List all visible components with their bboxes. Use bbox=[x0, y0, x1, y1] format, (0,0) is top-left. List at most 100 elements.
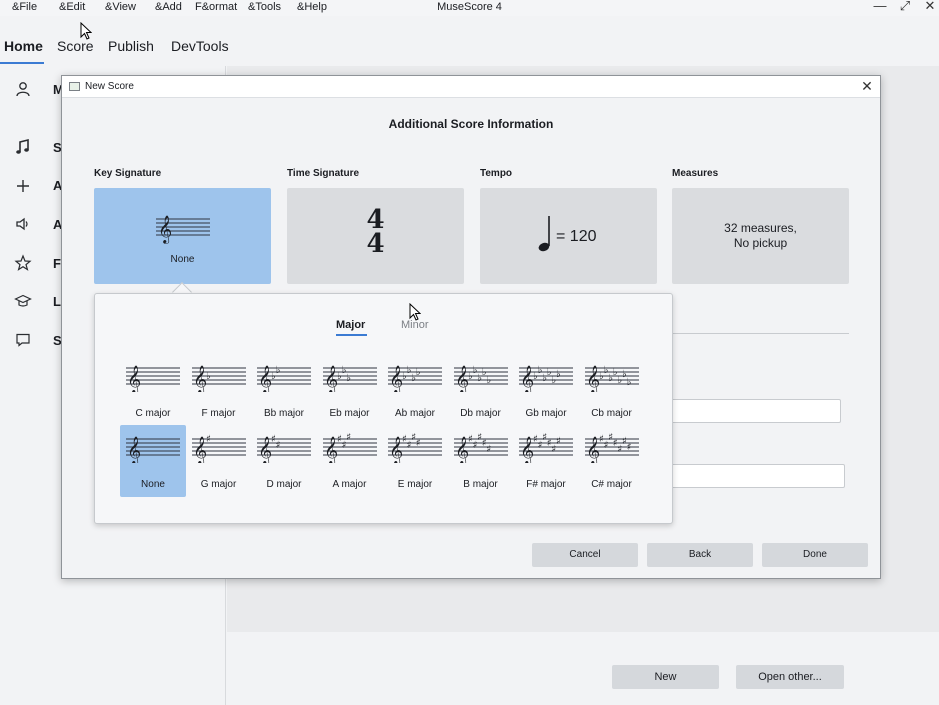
key-option-c-major[interactable]: 𝄞 C major bbox=[120, 354, 186, 426]
key-option-label: Db major bbox=[460, 408, 501, 419]
key-signature-staff-icon: 𝄞 bbox=[126, 436, 180, 463]
tempo-label: Tempo bbox=[480, 168, 513, 179]
svg-text:♭: ♭ bbox=[556, 369, 561, 380]
svg-text:♯: ♯ bbox=[486, 444, 491, 455]
key-option-db-major[interactable]: 𝄞 ♭ ♭ ♭ ♭ ♭ Db major bbox=[448, 354, 514, 426]
menu-view[interactable]: &View bbox=[105, 0, 136, 14]
key-signature-staff-icon: 𝄞♭ bbox=[191, 365, 246, 392]
account-icon bbox=[16, 82, 30, 97]
mouse-cursor-icon bbox=[409, 303, 421, 321]
key-option-label: A major bbox=[332, 479, 367, 490]
key-signature-staff-icon: 𝄞♯♯♯♯ bbox=[388, 433, 442, 463]
key-signature-label: Key Signature bbox=[94, 168, 162, 179]
measures-label: Measures bbox=[672, 168, 719, 179]
dialog-close-icon[interactable]: ✕ bbox=[859, 78, 875, 94]
key-signature-card[interactable]: 𝄞 None bbox=[94, 188, 271, 284]
quarter-note-icon bbox=[538, 216, 550, 252]
back-button[interactable]: Back bbox=[647, 543, 753, 567]
key-option-label: B major bbox=[463, 479, 498, 490]
close-icon[interactable]: ✕ bbox=[921, 0, 939, 14]
app-icon bbox=[69, 82, 80, 91]
menu-format[interactable]: F&ormat bbox=[195, 0, 237, 14]
open-other-button[interactable]: Open other... bbox=[736, 665, 844, 689]
tab-home[interactable]: Home bbox=[4, 38, 43, 54]
key-option-e-major[interactable]: 𝄞 ♯ ♯ ♯ ♯ E major bbox=[382, 425, 448, 497]
svg-text:𝄞: 𝄞 bbox=[127, 365, 141, 392]
key-signature-staff-icon: 𝄞♭♭♭ bbox=[322, 365, 377, 392]
tab-score[interactable]: Score bbox=[57, 38, 94, 54]
key-signature-staff-icon: 𝄞♭♭♭♭ bbox=[388, 365, 442, 392]
key-signature-staff-icon: 𝄞♯♯♯♯♯♯ bbox=[519, 433, 573, 463]
key-option-f-major[interactable]: 𝄞 ♭ F major bbox=[186, 354, 252, 426]
cancel-button[interactable]: Cancel bbox=[532, 543, 638, 567]
key-signature-staff-icon: 𝄞♯♯ bbox=[257, 434, 311, 463]
key-option-eb-major[interactable]: 𝄞 ♭ ♭ ♭ Eb major bbox=[317, 354, 383, 426]
key-signature-staff-icon: 𝄞♯♯♯♯♯ bbox=[453, 433, 508, 463]
key-signature-staff-icon: 𝄞♭♭♭♭♭ bbox=[453, 365, 508, 392]
tempo-value: = 120 bbox=[556, 228, 597, 245]
key-signature-popup: Major Minor 𝄞 C major 𝄞 ♭ F major 𝄞 ♭ ♭ Bb major… bbox=[94, 293, 673, 524]
key-option-g-major[interactable]: 𝄞 ♯ G major bbox=[186, 425, 252, 497]
svg-text:♭: ♭ bbox=[276, 365, 281, 376]
key-option-label: None bbox=[141, 479, 165, 490]
key-option-label: Gb major bbox=[525, 408, 567, 419]
minimize-icon[interactable]: — bbox=[871, 0, 889, 14]
key-option-cb-major[interactable]: 𝄞 ♭ ♭ ♭ ♭ ♭ ♭ ♭ Cb major bbox=[579, 354, 645, 426]
mouse-cursor-icon bbox=[80, 22, 92, 40]
key-option-bb-major[interactable]: 𝄞 ♭ ♭ Bb major bbox=[251, 354, 317, 426]
measures-pickup: No pickup bbox=[733, 236, 788, 250]
menu-file[interactable]: &File bbox=[12, 0, 37, 14]
tab-major[interactable]: Major bbox=[336, 318, 365, 332]
measures-count: 32 measures, bbox=[724, 221, 797, 235]
time-signature-label: Time Signature bbox=[287, 168, 360, 179]
major-tab-indicator bbox=[336, 334, 367, 336]
key-option-none[interactable]: 𝄞 None bbox=[120, 425, 186, 497]
svg-text:♯: ♯ bbox=[206, 434, 211, 445]
menu-edit[interactable]: &Edit bbox=[59, 0, 85, 14]
svg-text:♯: ♯ bbox=[346, 433, 351, 443]
key-signature-staff-icon: 𝄞♯ bbox=[191, 434, 246, 463]
key-option-gb-major[interactable]: 𝄞 ♭ ♭ ♭ ♭ ♭ ♭ Gb major bbox=[513, 354, 579, 426]
key-signature-staff-icon: 𝄞♭♭ bbox=[257, 365, 311, 392]
key-signature-staff-icon: 𝄞♯♯♯ bbox=[322, 433, 377, 463]
key-option-label: F# major bbox=[526, 479, 566, 490]
key-option-c-sharp-major[interactable]: 𝄞 ♯ ♯ ♯ ♯ ♯ ♯ ♯ C# major bbox=[579, 425, 645, 497]
svg-text:♯: ♯ bbox=[276, 440, 281, 451]
key-option-d-major[interactable]: 𝄞 ♯ ♯ D major bbox=[251, 425, 317, 497]
key-option-f-sharp-major[interactable]: 𝄞 ♯ ♯ ♯ ♯ ♯ ♯ F# major bbox=[513, 425, 579, 497]
key-option-a-major[interactable]: 𝄞 ♯ ♯ ♯ A major bbox=[317, 425, 383, 497]
key-option-label: Cb major bbox=[591, 408, 632, 419]
tab-publish[interactable]: Publish bbox=[108, 38, 154, 54]
key-option-label: F major bbox=[201, 408, 236, 419]
svg-text:♭: ♭ bbox=[206, 371, 211, 382]
tempo-card[interactable]: = 120 bbox=[480, 188, 657, 284]
title-input[interactable] bbox=[652, 399, 841, 423]
key-option-label: C# major bbox=[591, 479, 632, 490]
dialog-heading: Additional Score Information bbox=[388, 117, 554, 131]
time-signature-denominator: 4 bbox=[366, 229, 385, 259]
key-option-label: E major bbox=[397, 479, 433, 490]
menu-help[interactable]: &Help bbox=[297, 0, 327, 14]
menubar: &File &Edit &View &Add F&ormat &Tools &H… bbox=[0, 0, 939, 16]
new-score-button[interactable]: New bbox=[612, 665, 719, 689]
divider bbox=[673, 333, 849, 334]
key-option-label: G major bbox=[200, 479, 237, 490]
dialog-titlebar: New Score ✕ bbox=[62, 76, 880, 98]
menu-add[interactable]: &Add bbox=[155, 0, 182, 14]
done-button[interactable]: Done bbox=[762, 543, 868, 567]
svg-text:♭: ♭ bbox=[486, 375, 491, 386]
svg-text:𝄞: 𝄞 bbox=[158, 215, 172, 244]
maximize-icon[interactable]: ⤢ bbox=[896, 0, 914, 14]
menu-tools[interactable]: &Tools bbox=[248, 0, 281, 14]
app-title: MuseScore 4 bbox=[437, 1, 502, 13]
key-option-label: D major bbox=[266, 479, 302, 490]
key-option-b-major[interactable]: 𝄞 ♯ ♯ ♯ ♯ ♯ B major bbox=[448, 425, 514, 497]
graduation-cap-icon bbox=[14, 294, 32, 307]
key-signature-value: None bbox=[170, 254, 195, 265]
measures-card[interactable]: 32 measures, No pickup bbox=[672, 188, 849, 284]
time-signature-card[interactable]: 4 4 bbox=[287, 188, 464, 284]
key-option-ab-major[interactable]: 𝄞 ♭ ♭ ♭ ♭ Ab major bbox=[382, 354, 448, 426]
tab-devtools[interactable]: DevTools bbox=[171, 38, 229, 54]
composer-input[interactable] bbox=[652, 464, 845, 488]
svg-text:♯: ♯ bbox=[626, 442, 631, 453]
